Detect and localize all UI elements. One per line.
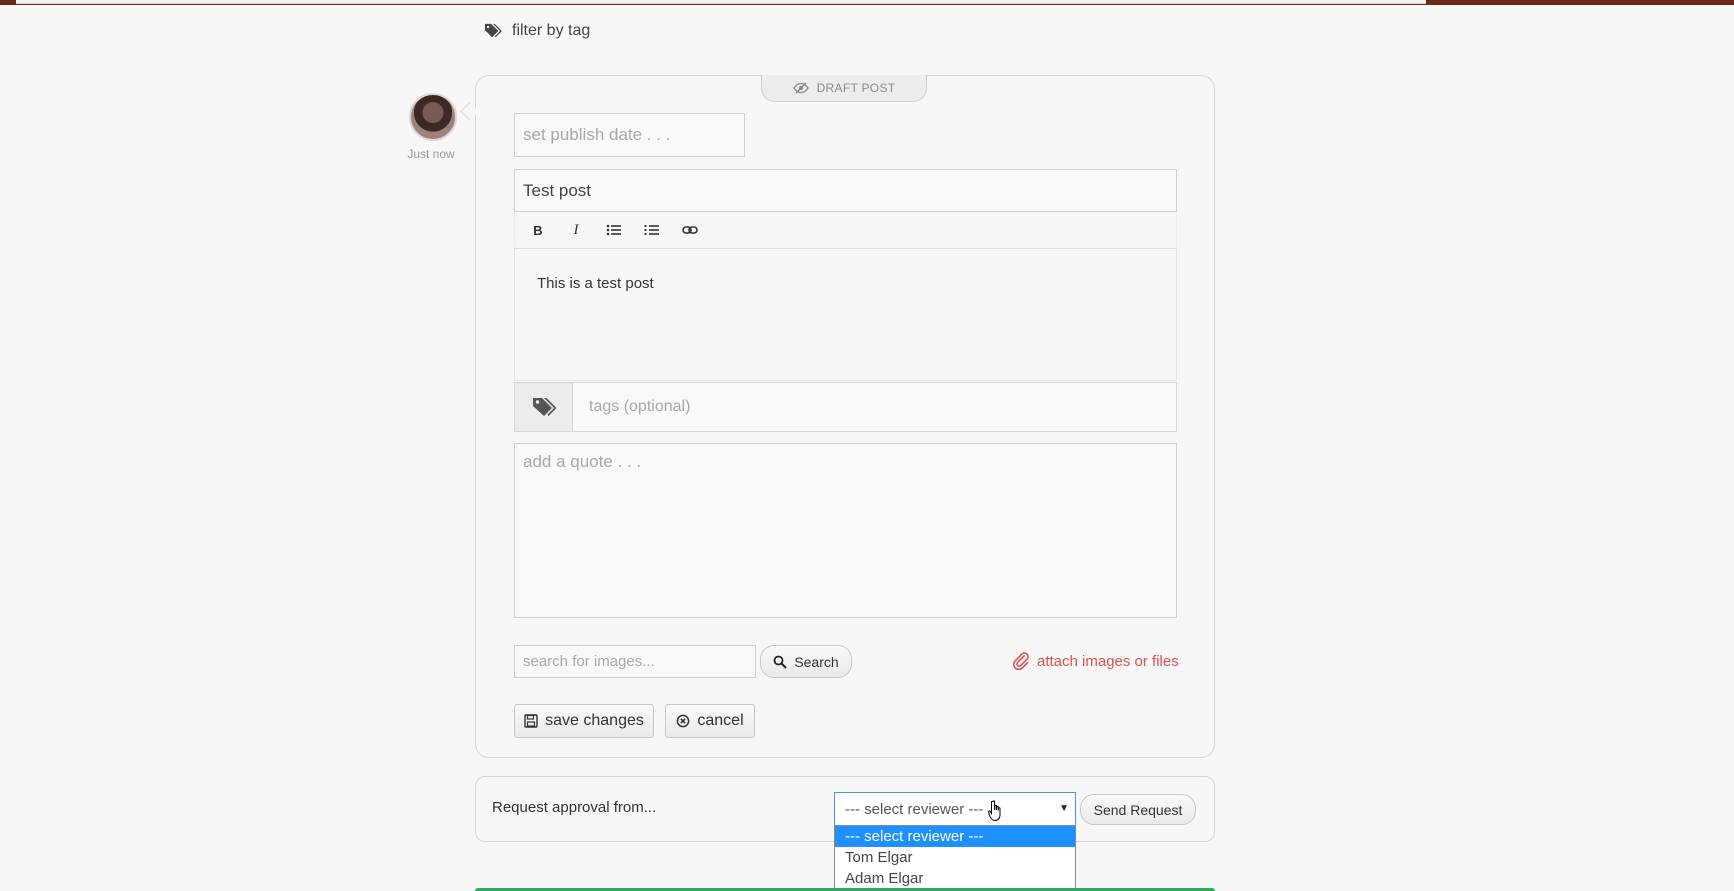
reviewer-select[interactable]: --- select reviewer --- ▼ xyxy=(834,792,1076,826)
reviewer-option[interactable]: Tom Elgar xyxy=(835,847,1075,868)
quote-textarea[interactable] xyxy=(514,443,1177,618)
link-icon xyxy=(682,226,698,234)
publish-date-input[interactable] xyxy=(514,113,745,157)
draft-status-label: DRAFT POST xyxy=(816,81,896,95)
italic-button[interactable]: I xyxy=(561,217,591,243)
attach-label: attach images or files xyxy=(1037,652,1179,670)
post-title-input[interactable] xyxy=(514,169,1177,212)
filter-by-tag[interactable]: filter by tag xyxy=(484,22,590,40)
tags-field xyxy=(514,382,1177,432)
bold-icon: B xyxy=(533,222,543,238)
reviewer-dropdown: --- select reviewer --- Tom Elgar Adam E… xyxy=(834,825,1076,891)
filter-label: filter by tag xyxy=(512,22,591,39)
reviewer-option[interactable]: Adam Elgar xyxy=(835,868,1075,889)
post-body-editor[interactable]: This is a test post xyxy=(514,248,1177,381)
paperclip-icon xyxy=(1013,652,1029,670)
bullet-list-icon xyxy=(606,224,621,236)
hand-cursor-icon xyxy=(988,800,1001,822)
image-search-button[interactable]: Search xyxy=(760,645,852,678)
search-button-label: Search xyxy=(794,653,839,670)
bold-button[interactable]: B xyxy=(523,217,553,243)
editor-toolbar: B I xyxy=(514,213,1177,247)
tags-icon xyxy=(532,398,556,416)
floppy-disk-icon xyxy=(524,714,538,728)
italic-icon: I xyxy=(573,221,579,238)
save-changes-label: save changes xyxy=(545,712,644,729)
attach-files-link[interactable]: attach images or files xyxy=(1013,652,1179,670)
send-request-label: Send Request xyxy=(1093,801,1183,818)
eye-slash-icon xyxy=(792,82,809,94)
link-button[interactable] xyxy=(675,217,705,243)
address-bar-edge xyxy=(16,0,1426,4)
draft-status-tab: DRAFT POST xyxy=(761,75,927,102)
reviewer-select-value: --- select reviewer --- xyxy=(845,800,984,818)
tags-icon xyxy=(485,23,502,38)
cancel-button[interactable]: cancel xyxy=(665,704,755,738)
send-request-button[interactable]: Send Request xyxy=(1080,794,1196,825)
cancel-label: cancel xyxy=(697,712,744,729)
numbered-list-button[interactable] xyxy=(637,217,667,243)
search-icon xyxy=(773,655,788,669)
post-body-text: This is a test post xyxy=(537,275,654,292)
tags-input[interactable] xyxy=(573,383,1176,431)
approval-label: Request approval from... xyxy=(492,799,657,816)
bullet-list-button[interactable] xyxy=(599,217,629,243)
image-search-input[interactable] xyxy=(514,645,756,678)
post-timestamp: Just now xyxy=(407,147,455,161)
cancel-circle-icon xyxy=(677,714,690,728)
numbered-list-icon xyxy=(644,225,659,235)
tags-addon xyxy=(515,383,573,431)
reviewer-option[interactable]: --- select reviewer --- xyxy=(835,826,1075,847)
chevron-down-icon: ▼ xyxy=(1059,803,1069,814)
avatar[interactable] xyxy=(409,93,457,141)
save-changes-button[interactable]: save changes xyxy=(514,704,654,738)
